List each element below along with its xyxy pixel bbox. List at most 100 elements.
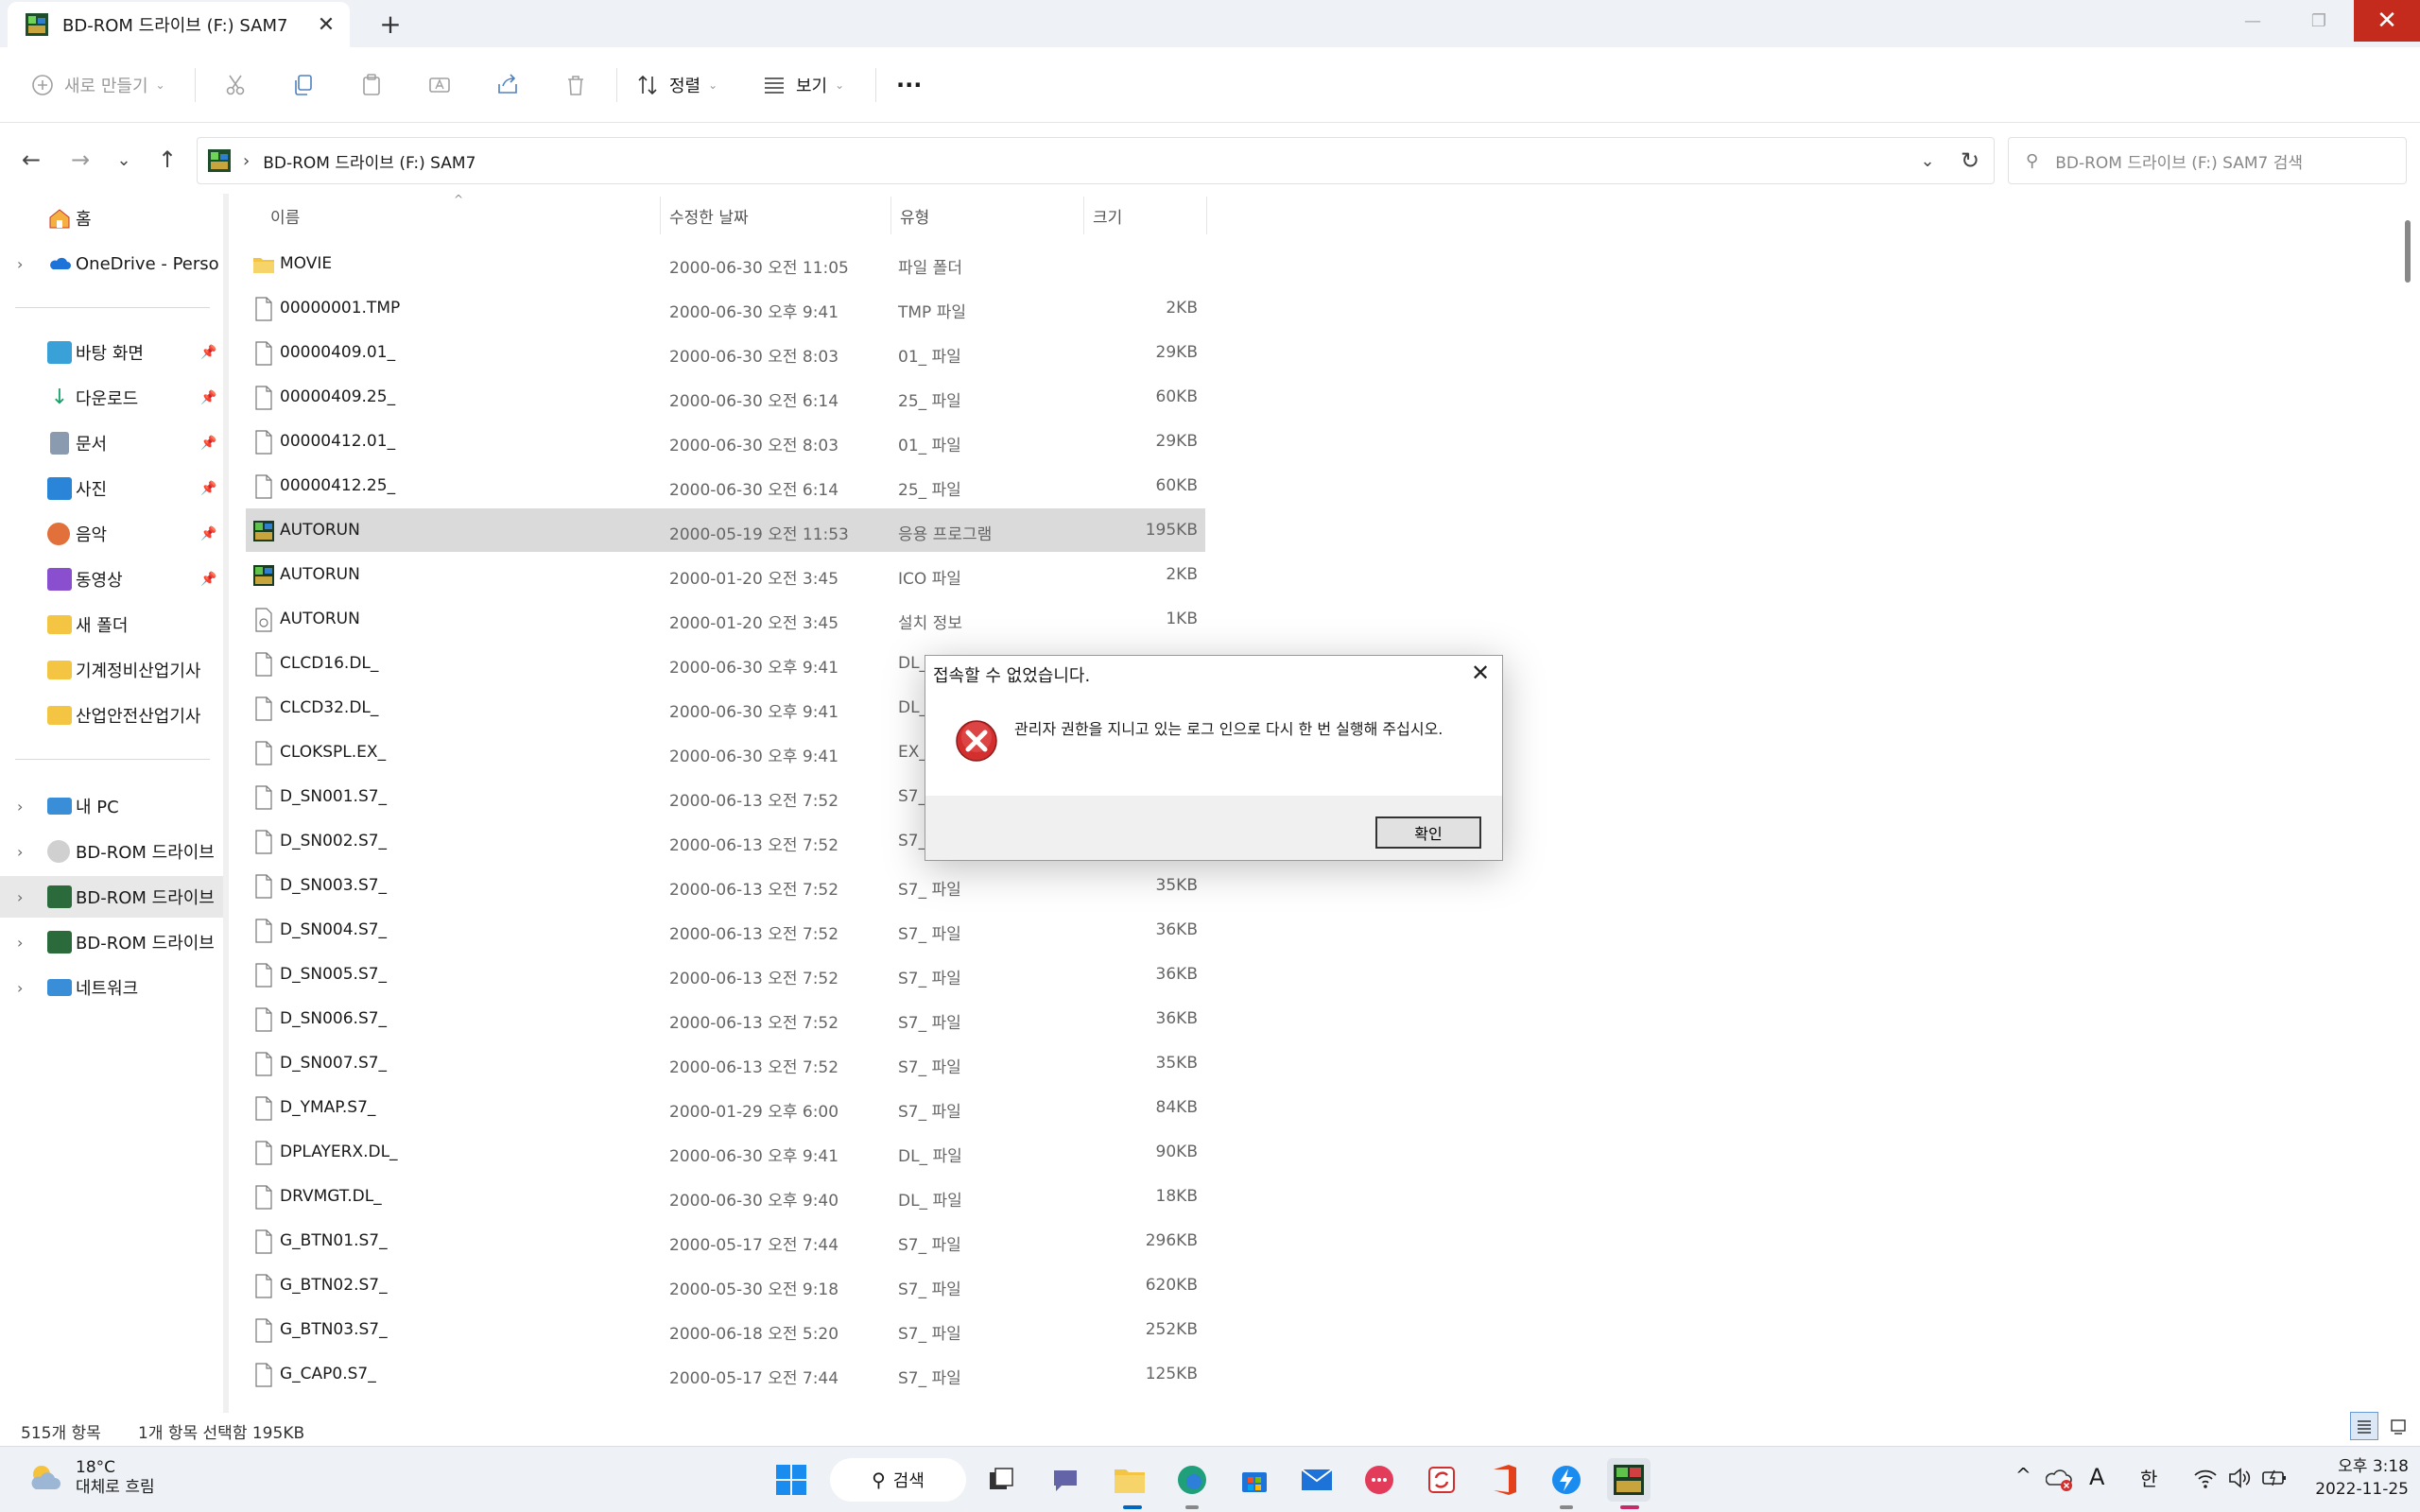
task-view-button[interactable]: [979, 1458, 1023, 1502]
sidebar-item-network[interactable]: › 네트워크: [0, 967, 223, 1008]
sidebar-item-folder-safety[interactable]: 산업안전산업기사: [0, 695, 223, 736]
share-button[interactable]: [495, 66, 520, 104]
delete-button[interactable]: [563, 66, 588, 104]
table-row[interactable]: DRVMGT.DL_ 2000-06-30 오후 9:40 DL_ 파일 18KB: [246, 1175, 1205, 1218]
table-row[interactable]: D_SN005.S7_ 2000-06-13 오전 7:52 S7_ 파일 36KB: [246, 953, 1205, 996]
ok-button[interactable]: 확인: [1375, 816, 1481, 849]
sidebar-item-drive-2[interactable]: › BD-ROM 드라이브: [0, 876, 223, 918]
table-row[interactable]: D_YMAP.S7_ 2000-01-29 오후 6:00 S7_ 파일 84KB: [246, 1086, 1205, 1129]
paste-button[interactable]: [359, 66, 384, 104]
file-explorer-button[interactable]: [1108, 1458, 1151, 1502]
details-view-button[interactable]: [2350, 1412, 2378, 1440]
table-row[interactable]: AUTORUN 2000-01-20 오전 3:45 설치 정보 1KB: [246, 597, 1205, 641]
address-bar[interactable]: › BD-ROM 드라이브 (F:) SAM7 ⌄ ↻: [197, 137, 1995, 184]
forward-arrow-icon[interactable]: →: [64, 144, 96, 176]
breadcrumb-path[interactable]: BD-ROM 드라이브 (F:) SAM7: [263, 149, 1909, 173]
sidebar-item-drive-3[interactable]: › BD-ROM 드라이브: [0, 921, 223, 963]
close-tab-button[interactable]: ✕: [312, 10, 340, 39]
mail-button[interactable]: [1295, 1458, 1339, 1502]
expand-chevron-icon[interactable]: ›: [17, 843, 23, 861]
search-input[interactable]: ⚲ BD-ROM 드라이브 (F:) SAM7 검색: [2008, 137, 2407, 184]
table-row[interactable]: 00000409.01_ 2000-06-30 오전 8:03 01_ 파일 29KB: [246, 331, 1205, 374]
expand-chevron-icon[interactable]: ›: [17, 888, 23, 906]
weather-widget[interactable]: 18°C 대체로 흐림: [26, 1458, 155, 1498]
rename-button[interactable]: [427, 66, 452, 104]
onedrive-error-icon[interactable]: [2046, 1466, 2074, 1492]
column-header-name[interactable]: 이름 ^: [270, 193, 648, 232]
sidebar-item-new-folder[interactable]: 새 폴더: [0, 604, 223, 645]
minimize-button[interactable]: —: [2220, 0, 2286, 42]
chat-app-button[interactable]: [1357, 1458, 1401, 1502]
sidebar-scrollbar[interactable]: [223, 194, 229, 1413]
table-row[interactable]: G_BTN01.S7_ 2000-05-17 오전 7:44 S7_ 파일 296KB: [246, 1219, 1205, 1263]
column-divider[interactable]: [1083, 197, 1084, 234]
tray-overflow-chevron-icon[interactable]: ^: [2015, 1464, 2031, 1486]
more-options-button[interactable]: ···: [896, 66, 922, 104]
new-button[interactable]: 새로 만들기 ⌄: [30, 66, 165, 104]
table-row[interactable]: G_BTN02.S7_ 2000-05-30 오전 9:18 S7_ 파일 620KB: [246, 1263, 1205, 1307]
taskbar-search[interactable]: ⚲ 검색: [830, 1458, 966, 1502]
table-row[interactable]: G_BTN03.S7_ 2000-06-18 오전 5:20 S7_ 파일 252KB: [246, 1308, 1205, 1351]
edge-browser-button[interactable]: [1170, 1458, 1214, 1502]
sidebar-item-videos[interactable]: 동영상 📌: [0, 558, 223, 600]
volume-icon[interactable]: [2227, 1466, 2252, 1490]
column-divider[interactable]: [890, 197, 891, 234]
sidebar-item-drive-1[interactable]: › BD-ROM 드라이브: [0, 831, 223, 872]
address-dropdown-icon[interactable]: ⌄: [1909, 151, 1946, 171]
sidebar-item-folder-mechanical[interactable]: 기계정비산업기사: [0, 649, 223, 691]
table-row[interactable]: D_SN007.S7_ 2000-06-13 오전 7:52 S7_ 파일 35KB: [246, 1041, 1205, 1085]
expand-chevron-icon[interactable]: ›: [17, 934, 23, 952]
breadcrumb-chevron-icon[interactable]: ›: [243, 151, 250, 171]
sidebar-item-pictures[interactable]: 사진 📌: [0, 468, 223, 509]
scrollbar-thumb[interactable]: [2405, 220, 2411, 283]
wifi-icon[interactable]: [2193, 1466, 2218, 1490]
expand-chevron-icon[interactable]: ›: [17, 255, 23, 273]
column-header-type[interactable]: 유형: [900, 198, 1080, 232]
system-clock[interactable]: 오후 3:18 2022-11-25: [2307, 1455, 2409, 1501]
refresh-icon[interactable]: ↻: [1946, 147, 1994, 174]
sidebar-item-music[interactable]: 음악 📌: [0, 513, 223, 555]
sidebar-item-home[interactable]: 홈: [0, 198, 223, 239]
sidebar-item-downloads[interactable]: ↓ 다운로드 📌: [0, 377, 223, 419]
microsoft-store-button[interactable]: [1233, 1458, 1276, 1502]
copy-button[interactable]: [291, 66, 316, 104]
sidebar-item-documents[interactable]: 문서 📌: [0, 422, 223, 464]
cut-button[interactable]: [223, 66, 248, 104]
table-row[interactable]: MOVIE 2000-06-30 오전 11:05 파일 폴더: [246, 242, 1205, 285]
column-header-date[interactable]: 수정한 날짜: [669, 198, 887, 232]
new-tab-button[interactable]: +: [374, 8, 406, 40]
autorun-app-button[interactable]: [1607, 1458, 1651, 1502]
table-row[interactable]: 00000412.25_ 2000-06-30 오전 6:14 25_ 파일 60KB: [246, 464, 1205, 507]
table-row[interactable]: D_SN004.S7_ 2000-06-13 오전 7:52 S7_ 파일 36KB: [246, 908, 1205, 952]
office-button[interactable]: [1482, 1458, 1526, 1502]
column-divider[interactable]: [660, 197, 661, 234]
teams-chat-button[interactable]: [1044, 1458, 1087, 1502]
maximize-button[interactable]: ❐: [2286, 0, 2352, 42]
expand-chevron-icon[interactable]: ›: [17, 979, 23, 997]
table-row[interactable]: AUTORUN 2000-05-19 오전 11:53 응용 프로그램 195KB: [246, 508, 1205, 552]
table-row[interactable]: DPLAYERX.DL_ 2000-06-30 오후 9:41 DL_ 파일 90KB: [246, 1130, 1205, 1174]
table-row[interactable]: 00000409.25_ 2000-06-30 오전 6:14 25_ 파일 60KB: [246, 375, 1205, 419]
column-header-size[interactable]: 크기: [1093, 198, 1197, 232]
sidebar-item-onedrive[interactable]: › OneDrive - Persona: [0, 243, 223, 284]
tab-current[interactable]: BD-ROM 드라이브 (F:) SAM7 ✕: [8, 2, 350, 47]
table-row[interactable]: 00000001.TMP 2000-06-30 오후 9:41 TMP 파일 2KB: [246, 286, 1205, 330]
sync-app-button[interactable]: [1420, 1458, 1463, 1502]
dialog-close-button[interactable]: ✕: [1466, 659, 1495, 687]
close-window-button[interactable]: ✕: [2354, 0, 2420, 42]
vertical-scrollbar[interactable]: [2401, 194, 2414, 1413]
table-row[interactable]: D_SN003.S7_ 2000-06-13 오전 7:52 S7_ 파일 35KB: [246, 864, 1205, 907]
table-row[interactable]: D_SN006.S7_ 2000-06-13 오전 7:52 S7_ 파일 36KB: [246, 997, 1205, 1040]
table-row[interactable]: AUTORUN 2000-01-20 오전 3:45 ICO 파일 2KB: [246, 553, 1205, 596]
bolt-app-button[interactable]: [1545, 1458, 1588, 1502]
up-arrow-icon[interactable]: ↑: [151, 144, 183, 176]
expand-chevron-icon[interactable]: ›: [17, 798, 23, 816]
column-divider[interactable]: [1206, 197, 1207, 234]
table-row[interactable]: 00000412.01_ 2000-06-30 오전 8:03 01_ 파일 29KB: [246, 420, 1205, 463]
sidebar-item-desktop[interactable]: 바탕 화면 📌: [0, 332, 223, 373]
large-icons-view-button[interactable]: [2384, 1412, 2412, 1440]
battery-icon[interactable]: [2261, 1466, 2288, 1490]
start-button[interactable]: [769, 1458, 813, 1502]
ime-hangul-indicator[interactable]: 한: [2140, 1464, 2157, 1491]
back-arrow-icon[interactable]: ←: [15, 144, 47, 176]
